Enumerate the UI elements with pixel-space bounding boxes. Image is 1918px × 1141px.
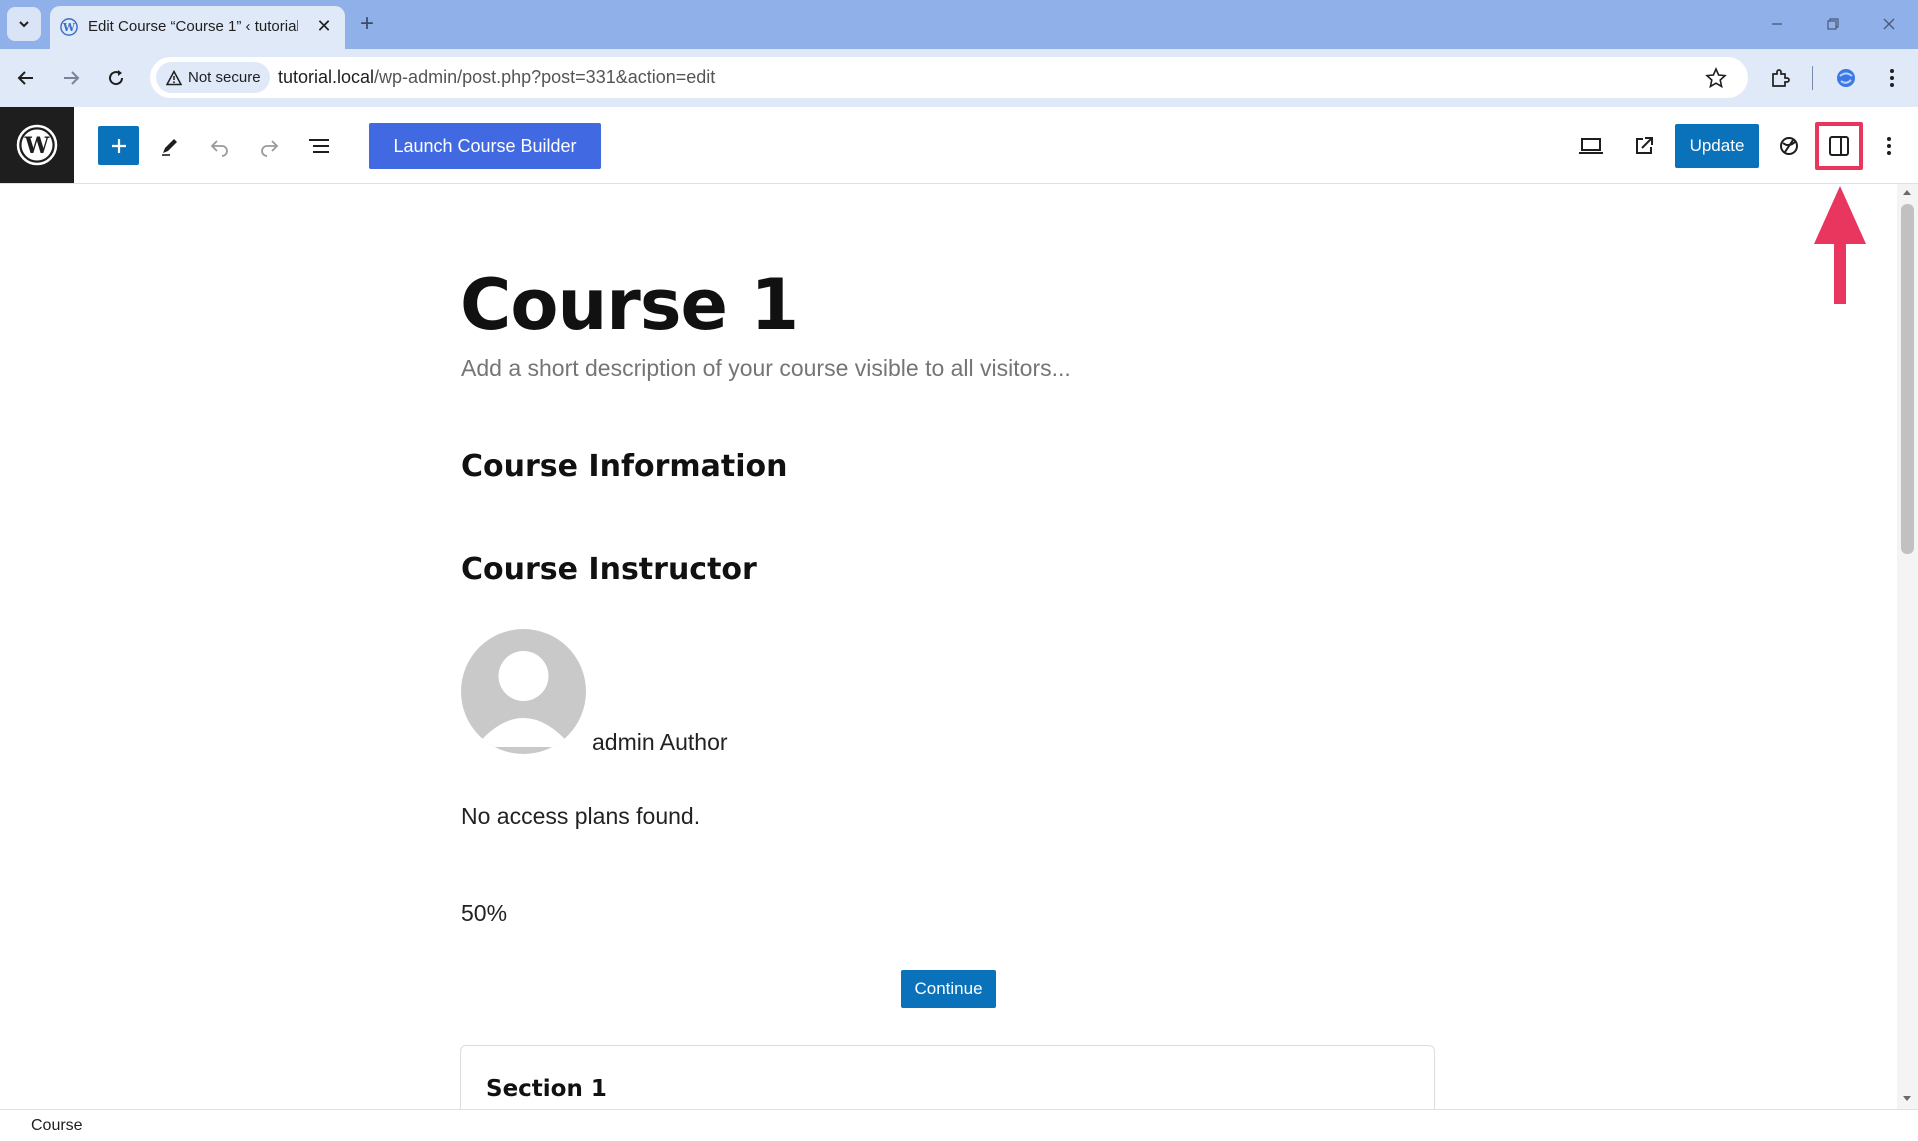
arrow-left-icon	[17, 71, 33, 85]
close-icon	[1883, 18, 1895, 30]
tools-button[interactable]	[150, 126, 190, 166]
plugin-sidebar-button[interactable]	[1769, 126, 1809, 166]
scroll-up-icon	[1903, 190, 1911, 195]
chevron-down-icon	[19, 21, 29, 28]
security-label: Not secure	[188, 69, 261, 86]
course-information-heading[interactable]: Course Information	[461, 449, 788, 484]
course-title[interactable]: Course 1	[460, 264, 799, 346]
wordpress-logo-icon: W	[16, 124, 58, 166]
editor-canvas: Course 1 Add a short description of your…	[0, 184, 1897, 1109]
block-breadcrumb[interactable]: Course	[31, 1117, 83, 1135]
avatar	[461, 629, 586, 754]
redo-icon	[261, 140, 279, 157]
forward-button[interactable]	[53, 60, 89, 96]
list-view-icon	[309, 139, 329, 153]
star-icon	[1705, 66, 1727, 89]
extensions-button[interactable]	[1762, 60, 1798, 96]
extension-globe-icon	[1837, 69, 1855, 87]
tab-search-button[interactable]	[7, 7, 41, 41]
reload-button[interactable]	[98, 60, 134, 96]
url-path: /wp-admin/post.php?post=331&action=edit	[374, 67, 716, 87]
kebab-menu-icon	[1887, 137, 1891, 155]
editor-footer: Course	[0, 1109, 1918, 1141]
section-title: Section 1	[486, 1076, 607, 1102]
profile-extension-button[interactable]	[1828, 60, 1864, 96]
annotation-arrow-icon	[1814, 186, 1866, 304]
kebab-menu-icon	[1890, 69, 1894, 87]
bookmark-button[interactable]	[1705, 66, 1727, 89]
pencil-icon	[162, 139, 177, 156]
course-instructor-heading[interactable]: Course Instructor	[461, 552, 757, 587]
minimize-icon	[1772, 23, 1782, 25]
security-chip[interactable]: Not secure	[156, 62, 270, 93]
wordpress-favicon-icon: W	[60, 18, 78, 36]
warning-triangle-icon	[166, 69, 182, 85]
new-tab-button[interactable]: +	[353, 10, 381, 38]
window-close-button[interactable]	[1869, 8, 1909, 40]
course-section-block[interactable]: Section 1	[460, 1045, 1435, 1109]
launch-course-builder-button[interactable]: Launch Course Builder	[369, 123, 601, 169]
author-name: admin Author	[592, 729, 728, 755]
browser-toolbar: Not secure tutorial.local/wp-admin/post.…	[0, 49, 1918, 107]
laptop-icon	[1579, 138, 1603, 154]
browser-tab-strip: W Edit Course “Course 1” ‹ tutorial ✕ +	[0, 0, 1918, 49]
block-inserter-button[interactable]	[98, 126, 139, 165]
wordpress-logo-button[interactable]: W	[0, 107, 74, 183]
tab-title: Edit Course “Course 1” ‹ tutorial	[88, 18, 298, 35]
restore-icon	[1827, 18, 1839, 30]
document-overview-button[interactable]	[299, 126, 339, 166]
tab-close-button[interactable]: ✕	[312, 14, 336, 38]
scrollbar-thumb[interactable]	[1901, 204, 1914, 554]
editor-header: W Launch Course Builder Update	[0, 107, 1918, 184]
url-text[interactable]: tutorial.local/wp-admin/post.php?post=33…	[278, 67, 715, 88]
view-post-button[interactable]	[1624, 126, 1664, 166]
progress-text: 50%	[461, 900, 508, 926]
external-link-icon	[1636, 137, 1653, 154]
puzzle-icon	[1772, 69, 1790, 87]
highlight-box	[1815, 122, 1863, 170]
plugin-globe-icon	[1780, 137, 1798, 155]
preview-device-button[interactable]	[1571, 126, 1611, 166]
update-button[interactable]: Update	[1675, 124, 1759, 168]
plus-icon	[111, 138, 126, 153]
access-plans-message: No access plans found.	[461, 803, 701, 829]
user-silhouette-icon	[475, 651, 572, 747]
reload-icon	[109, 70, 124, 86]
arrow-right-icon	[64, 71, 80, 85]
undo-button[interactable]	[200, 126, 240, 166]
svg-text:W: W	[24, 133, 50, 159]
browser-menu-button[interactable]	[1874, 60, 1910, 96]
toolbar-divider	[1812, 66, 1813, 90]
course-description-placeholder[interactable]: Add a short description of your course v…	[461, 355, 1071, 382]
back-button[interactable]	[8, 60, 44, 96]
canvas-scrollbar[interactable]	[1897, 184, 1918, 1109]
address-bar[interactable]: Not secure tutorial.local/wp-admin/post.…	[150, 57, 1748, 98]
minimize-button[interactable]	[1757, 8, 1797, 40]
svg-text:W: W	[62, 21, 76, 34]
redo-button[interactable]	[249, 126, 289, 166]
options-menu-button[interactable]	[1869, 126, 1909, 166]
undo-icon	[210, 140, 228, 157]
scroll-down-icon	[1903, 1096, 1911, 1101]
url-host: tutorial.local	[278, 67, 375, 87]
restore-button[interactable]	[1813, 8, 1853, 40]
continue-button[interactable]: Continue	[901, 970, 996, 1008]
browser-tab-active[interactable]: W Edit Course “Course 1” ‹ tutorial ✕	[50, 6, 345, 49]
